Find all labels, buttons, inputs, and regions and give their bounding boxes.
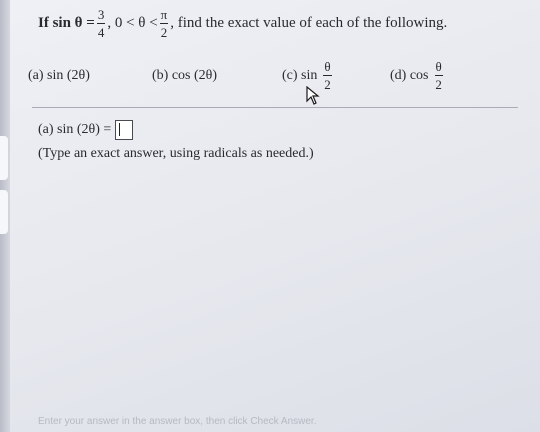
sin-denominator: 4 [97,25,105,40]
answer-hint: (Type an exact answer, using radicals as… [38,146,314,161]
range-denominator: 2 [160,25,168,40]
answer-label: (a) sin (2θ) = [38,122,112,137]
side-tab [0,190,8,234]
sin-numerator: 3 [96,7,106,24]
problem-statement: If sin θ = 3 4 , 0 < θ < π 2 , find the … [38,8,447,39]
part-d-label: (d) cos [390,67,429,83]
range-fraction: π 2 [159,7,169,40]
part-a[interactable]: (a) sin (2θ) [28,68,90,84]
answer-input[interactable] [115,120,134,140]
part-a-label: (a) sin (2θ) [28,68,90,83]
mouse-cursor-icon [306,86,320,105]
problem-suffix: , find the exact value of each of the fo… [170,15,448,31]
footer-instruction: Enter your answer in the answer box, the… [38,416,317,427]
part-c-numerator: θ [323,59,332,76]
text-caret [119,123,121,136]
question-panel: If sin θ = 3 4 , 0 < θ < π 2 , find the … [10,0,540,432]
range-text: , 0 < θ < [107,15,158,31]
part-d[interactable]: (d) cos θ 2 [390,60,444,91]
part-c-denominator: 2 [324,77,331,92]
problem-prefix: If sin θ = [38,15,95,31]
range-numerator: π [159,7,169,24]
part-b-label: (b) cos (2θ) [152,68,218,83]
section-divider [32,107,518,108]
sin-fraction: 3 4 [96,7,106,40]
part-b[interactable]: (b) cos (2θ) [152,68,217,84]
screen-edge [0,0,10,432]
part-c-fraction: θ 2 [323,59,332,92]
part-d-numerator: θ [434,59,443,76]
part-d-fraction: θ 2 [434,59,443,92]
part-c-label: (c) sin [282,67,318,83]
part-d-denominator: 2 [435,77,442,92]
answer-row: (a) sin (2θ) = [38,120,134,140]
side-tab [0,136,8,180]
